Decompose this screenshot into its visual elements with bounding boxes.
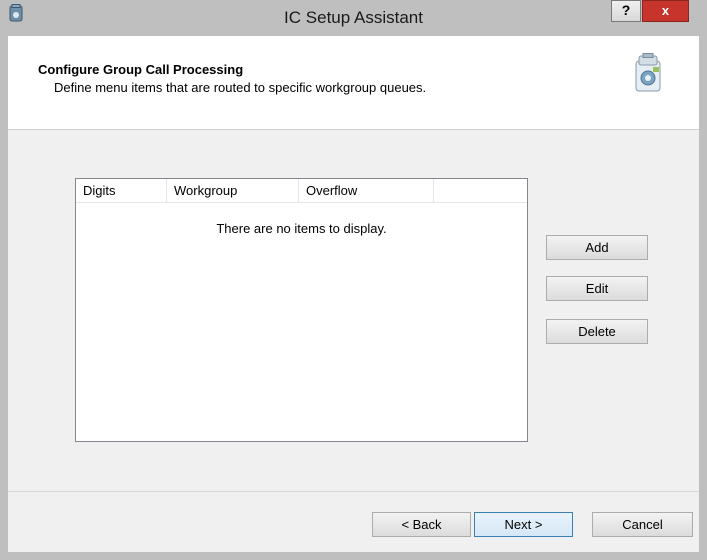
page-subtitle: Define menu items that are routed to spe… bbox=[54, 80, 427, 95]
footer-separator bbox=[8, 491, 699, 492]
window-title: IC Setup Assistant bbox=[284, 8, 423, 27]
next-button[interactable]: Next > bbox=[474, 512, 573, 537]
help-button[interactable]: ? bbox=[611, 0, 641, 22]
cancel-button[interactable]: Cancel bbox=[592, 512, 693, 537]
edit-button[interactable]: Edit bbox=[546, 276, 648, 301]
delete-button[interactable]: Delete bbox=[546, 319, 648, 344]
list-header: Digits Workgroup Overflow bbox=[76, 179, 527, 203]
wizard-header: Configure Group Call Processing Define m… bbox=[8, 36, 699, 130]
add-button[interactable]: Add bbox=[546, 235, 648, 260]
column-header-workgroup[interactable]: Workgroup bbox=[167, 179, 299, 202]
title-bar[interactable]: IC Setup Assistant ? x bbox=[0, 0, 707, 36]
column-header-blank[interactable] bbox=[434, 179, 527, 202]
column-header-overflow[interactable]: Overflow bbox=[299, 179, 434, 202]
column-header-digits[interactable]: Digits bbox=[76, 179, 167, 202]
close-button[interactable]: x bbox=[642, 0, 689, 22]
menu-items-list[interactable]: Digits Workgroup Overflow There are no i… bbox=[75, 178, 528, 442]
back-button[interactable]: < Back bbox=[372, 512, 471, 537]
wizard-client-area: Configure Group Call Processing Define m… bbox=[8, 36, 699, 552]
page-title: Configure Group Call Processing bbox=[38, 62, 244, 77]
setup-wizard-window: IC Setup Assistant ? x Configure Group C… bbox=[0, 0, 707, 560]
wizard-graphic-icon bbox=[633, 53, 663, 93]
empty-list-message: There are no items to display. bbox=[216, 221, 387, 236]
